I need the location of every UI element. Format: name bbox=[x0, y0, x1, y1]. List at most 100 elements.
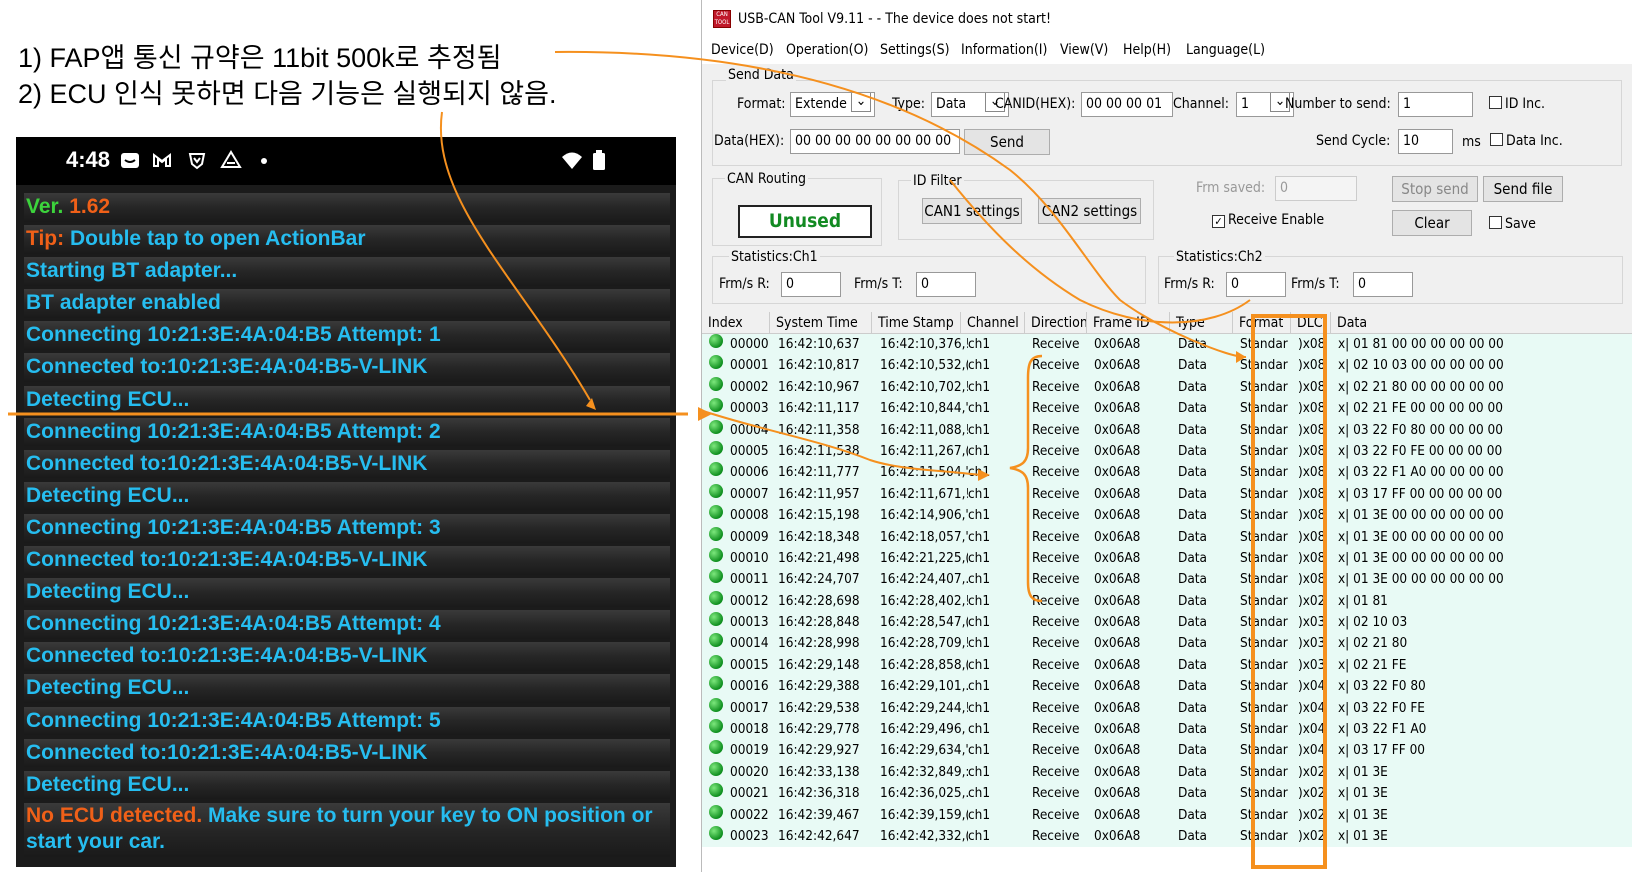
status-dot-icon bbox=[709, 612, 723, 627]
log-line: Connecting 10:21:3E:4A:04:B5 Attempt: 4 bbox=[24, 610, 670, 639]
log-text: BT adapter enabled bbox=[26, 291, 221, 315]
cell-type: Data bbox=[1178, 485, 1207, 502]
status-dot-icon bbox=[709, 526, 723, 541]
col-direction[interactable]: Direction bbox=[1025, 312, 1087, 334]
table-row[interactable]: 00011 16:42:24,707 16:42:24,407,. ch1 Receiv… bbox=[702, 569, 1632, 590]
menu-view[interactable]: View(V) bbox=[1060, 42, 1108, 58]
cell-format: Standar bbox=[1240, 656, 1288, 673]
cell-format: Standar bbox=[1240, 614, 1288, 631]
can2-settings-button[interactable]: CAN2 settings bbox=[1038, 198, 1141, 224]
table-row[interactable]: 00020 16:42:33,138 16:42:32,849,: ch1 Receiv… bbox=[702, 761, 1632, 783]
col-system-time[interactable]: System Time bbox=[770, 312, 872, 334]
status-dot-icon bbox=[709, 740, 723, 755]
canid-input[interactable]: 00 00 00 01 bbox=[1081, 92, 1173, 117]
cell-data: x| 01 3E 00 00 00 00 00 00 bbox=[1338, 571, 1504, 588]
col-index[interactable]: Index bbox=[702, 312, 770, 334]
table-row[interactable]: 00004 16:42:11,358 16:42:11,088,! ch1 Receiv… bbox=[702, 419, 1632, 441]
table-row[interactable]: 00005 16:42:11,538 16:42:11,267,(ch1 Receiv… bbox=[702, 440, 1632, 462]
table-row[interactable]: 00017 16:42:29,538 16:42:29,244,! ch1 Receiv… bbox=[702, 697, 1632, 719]
table-row[interactable]: 00002 16:42:10,967 16:42:10,702,! ch1 Receiv… bbox=[702, 376, 1632, 398]
cell-channel: ch1 bbox=[968, 721, 991, 738]
menu-operation[interactable]: Operation(O) bbox=[786, 42, 868, 58]
cell-system-time: 16:42:36,318 bbox=[778, 785, 860, 802]
menu-settings[interactable]: Settings(S) bbox=[880, 42, 950, 58]
table-row[interactable]: 00015 16:42:29,148 16:42:28,858,(ch1 Receiv… bbox=[702, 654, 1632, 676]
format-select[interactable]: Extende bbox=[790, 92, 875, 117]
table-row[interactable]: 00014 16:42:28,998 16:42:28,709,! ch1 Receiv… bbox=[702, 633, 1632, 654]
log-text: Tip: bbox=[26, 227, 70, 251]
clock-time: 4:48 bbox=[66, 147, 111, 172]
send-file-button[interactable]: Send file bbox=[1483, 176, 1563, 202]
number-to-send-input[interactable]: 1 bbox=[1398, 92, 1473, 117]
table-row[interactable]: 00003 16:42:11,117 16:42:10,844,' ch1 Receiv… bbox=[702, 398, 1632, 419]
cell-type: Data bbox=[1178, 442, 1207, 459]
cell-channel: ch1 bbox=[968, 336, 991, 352]
table-row[interactable]: 00000 16:42:10,637 16:42:10,376,! ch1 Receiv… bbox=[702, 334, 1632, 355]
can-routing-button[interactable]: Unused bbox=[738, 205, 872, 238]
cell-type: Data bbox=[1178, 464, 1207, 481]
cell-type: Data bbox=[1178, 763, 1207, 780]
log-text: Detecting ECU... bbox=[26, 676, 190, 700]
channel-label: Channel: bbox=[1173, 96, 1229, 112]
cell-index: 00014 bbox=[730, 635, 769, 652]
annotation-note-2: 2) ECU 인식 못하면 다음 기능은 실행되지 않음. bbox=[18, 79, 557, 109]
menu-help[interactable]: Help(H) bbox=[1123, 42, 1171, 58]
table-row[interactable]: 00012 16:42:28,698 16:42:28,402,! ch1 Receiv… bbox=[702, 590, 1632, 612]
cell-channel: ch1 bbox=[968, 678, 991, 695]
cell-channel: ch1 bbox=[968, 592, 991, 609]
cell-time-stamp: 16:42:10,376,! bbox=[880, 336, 968, 352]
col-channel[interactable]: Channel bbox=[961, 312, 1025, 334]
table-row[interactable]: 00006 16:42:11,777 16:42:11,504,' ch1 Receiv… bbox=[702, 462, 1632, 483]
menu-language[interactable]: Language(L) bbox=[1186, 42, 1265, 58]
message-table[interactable]: Index System Time Time Stamp Channel Dir… bbox=[702, 312, 1632, 872]
table-row[interactable]: 00010 16:42:21,498 16:42:21,225,(ch1 Receiv… bbox=[702, 547, 1632, 569]
menu-information[interactable]: Information(I) bbox=[961, 42, 1047, 58]
cell-system-time: 16:42:28,848 bbox=[778, 614, 860, 631]
type-label: Type: bbox=[892, 96, 925, 112]
table-row[interactable]: 00018 16:42:29,778 16:42:29,496, ch1 Receive… bbox=[702, 719, 1632, 740]
cell-frame-id: 0x06A8 bbox=[1094, 485, 1141, 502]
table-row[interactable]: 00008 16:42:15,198 16:42:14,906,' ch1 Receiv… bbox=[702, 505, 1632, 526]
col-data[interactable]: Data bbox=[1331, 312, 1632, 334]
col-frame-id[interactable]: Frame ID bbox=[1087, 312, 1170, 334]
can1-settings-button[interactable]: CAN1 settings bbox=[922, 198, 1022, 224]
table-row[interactable]: 00007 16:42:11,957 16:42:11,671,! ch1 Receiv… bbox=[702, 483, 1632, 505]
stop-send-button[interactable]: Stop send bbox=[1392, 176, 1478, 202]
save-checkbox[interactable]: Save bbox=[1489, 216, 1536, 232]
clear-button[interactable]: Clear bbox=[1392, 210, 1472, 236]
cell-time-stamp: 16:42:28,402,! bbox=[880, 592, 968, 609]
log-line: No ECU detected. Make sure to turn your … bbox=[24, 802, 670, 857]
table-row[interactable]: 00016 16:42:29,388 16:42:29,101,. ch1 Receiv… bbox=[702, 676, 1632, 697]
ch1-frm-t-value: 0 bbox=[916, 272, 976, 297]
cell-index: 00003 bbox=[730, 400, 769, 417]
id-inc-checkbox[interactable]: ID Inc. bbox=[1489, 96, 1545, 112]
table-row[interactable]: 00022 16:42:39,467 16:42:39,159,(ch1 Receiv… bbox=[702, 804, 1632, 826]
col-format[interactable]: Format bbox=[1233, 312, 1291, 334]
table-row[interactable]: 00023 16:42:42,647 16:42:42,332,(ch1 Receiv… bbox=[702, 825, 1632, 847]
receive-enable-checkbox[interactable]: ✓ Receive Enable bbox=[1212, 212, 1324, 228]
data-hex-input[interactable]: 00 00 00 00 00 00 00 00 bbox=[790, 129, 960, 154]
menu-device[interactable]: Device(D) bbox=[711, 42, 774, 58]
cell-data: x| 01 3E 00 00 00 00 00 00 bbox=[1338, 528, 1504, 545]
send-cycle-input[interactable]: 10 bbox=[1398, 129, 1453, 154]
col-time-stamp[interactable]: Time Stamp bbox=[872, 312, 961, 334]
cell-type: Data bbox=[1178, 785, 1207, 802]
table-row[interactable]: 00021 16:42:36,318 16:42:36,025,. ch1 Receiv… bbox=[702, 783, 1632, 804]
log-line: Connected to:10:21:3E:4A:04:B5-V-LINK bbox=[24, 642, 670, 671]
drive-icon bbox=[220, 149, 242, 171]
table-row[interactable]: 00013 16:42:28,848 16:42:28,547,(ch1 Receiv… bbox=[702, 612, 1632, 633]
cell-frame-id: 0x06A8 bbox=[1094, 528, 1141, 545]
table-row[interactable]: 00009 16:42:18,348 16:42:18,057,' ch1 Receiv… bbox=[702, 526, 1632, 548]
cell-format: Standar bbox=[1240, 635, 1288, 652]
data-inc-checkbox[interactable]: Data Inc. bbox=[1490, 133, 1563, 149]
col-type[interactable]: Type bbox=[1170, 312, 1233, 334]
col-dlc[interactable]: DLC bbox=[1291, 312, 1331, 334]
table-row[interactable]: 00019 16:42:29,927 16:42:29,634,' ch1 Receiv… bbox=[702, 740, 1632, 761]
status-dot-icon bbox=[709, 697, 723, 712]
status-dot-icon bbox=[709, 355, 723, 370]
cell-format: Standar bbox=[1240, 442, 1288, 459]
table-row[interactable]: 00001 16:42:10,817 16:42:10,532,(ch1 Receiv… bbox=[702, 355, 1632, 376]
cell-type: Data bbox=[1178, 827, 1207, 844]
send-button[interactable]: Send bbox=[964, 129, 1050, 155]
cell-index: 00006 bbox=[730, 464, 769, 481]
